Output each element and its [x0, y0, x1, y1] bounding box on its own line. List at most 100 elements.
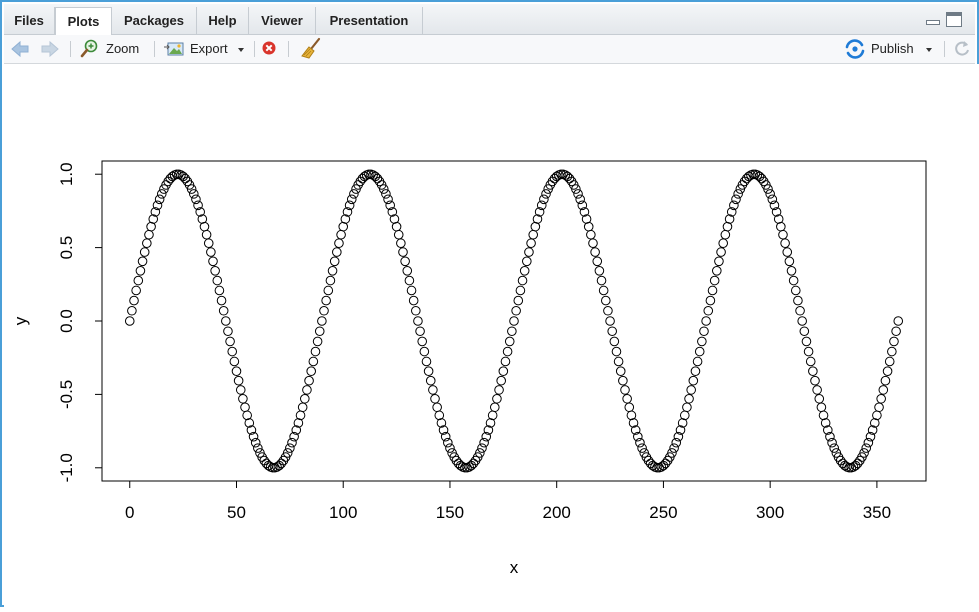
zoom-button[interactable]: Zoom — [80, 35, 146, 63]
toolbar-separator — [154, 41, 155, 57]
export-menu-button[interactable]: Export — [164, 35, 248, 63]
data-point — [803, 346, 814, 357]
data-point — [507, 326, 517, 337]
tab-presentation[interactable]: Presentation — [316, 7, 423, 34]
data-point — [519, 265, 530, 276]
data-point — [778, 229, 788, 240]
data-point — [780, 238, 790, 249]
broom-icon — [301, 37, 321, 59]
data-point — [498, 366, 509, 377]
x-tick-label: 200 — [543, 503, 571, 522]
data-point — [694, 346, 705, 357]
data-point — [878, 385, 889, 395]
tab-bar: Files Plots Packages Help Viewer Present… — [4, 4, 975, 35]
y-tick-label: 1.0 — [57, 162, 76, 186]
data-point — [692, 356, 703, 367]
data-point — [489, 402, 500, 413]
data-point — [319, 305, 329, 316]
plots-pane: Files Plots Packages Help Viewer Present… — [0, 0, 979, 607]
remove-plot-button[interactable] — [260, 35, 280, 63]
tab-packages[interactable]: Packages — [112, 7, 197, 34]
toolbar-separator — [288, 41, 289, 57]
x-tick-label: 300 — [756, 503, 784, 522]
tab-files[interactable]: Files — [4, 7, 55, 34]
data-point — [611, 346, 622, 357]
data-point — [526, 238, 536, 249]
data-point — [411, 305, 421, 316]
toolbar-separator — [254, 41, 255, 57]
data-point — [509, 316, 519, 326]
data-point — [669, 443, 679, 453]
data-point — [445, 443, 455, 453]
data-point — [396, 238, 406, 249]
data-point — [765, 189, 775, 199]
tab-label: Viewer — [261, 13, 303, 28]
data-point — [135, 265, 146, 276]
data-point — [637, 443, 647, 453]
data-point — [711, 265, 722, 276]
data-point — [214, 285, 225, 296]
data-point — [299, 393, 310, 404]
data-point — [622, 393, 632, 404]
data-point — [308, 356, 319, 367]
data-point — [492, 393, 502, 404]
data-point — [142, 238, 152, 249]
x-tick-label: 100 — [329, 503, 357, 522]
plot-viewport: 0 50 100 150 200 250 300 350 -1.0 -0.5 0.0 0.5 1.0 … — [4, 64, 979, 607]
data-point — [502, 346, 513, 357]
x-tick-label: 250 — [649, 503, 677, 522]
data-point — [884, 356, 895, 367]
data-point — [688, 375, 699, 386]
data-point — [302, 385, 312, 395]
data-point — [586, 229, 596, 240]
data-point — [332, 247, 342, 257]
x-axis: 0 50 100 150 200 250 300 350 — [125, 480, 891, 522]
data-point — [479, 437, 489, 448]
data-point — [346, 194, 357, 205]
data-point — [861, 443, 872, 453]
forward-button[interactable] — [40, 35, 62, 63]
data-point — [699, 326, 709, 337]
data-point — [443, 437, 453, 448]
data-point — [880, 375, 891, 386]
data-point — [404, 275, 415, 286]
tab-help[interactable]: Help — [197, 7, 249, 34]
export-image-icon — [164, 42, 184, 56]
data-point — [124, 316, 135, 326]
data-point — [607, 326, 617, 337]
refresh-button[interactable] — [952, 35, 972, 63]
data-point — [287, 437, 297, 448]
clear-all-plots-button[interactable] — [300, 35, 322, 63]
data-point — [432, 402, 442, 413]
back-button[interactable] — [10, 35, 32, 63]
data-point — [504, 336, 515, 347]
publish-menu-button[interactable]: Publish — [844, 35, 932, 63]
data-point — [594, 265, 605, 276]
maximize-pane-button[interactable] — [946, 12, 962, 27]
data-point — [686, 385, 696, 395]
tab-viewer[interactable]: Viewer — [249, 7, 316, 34]
data-point — [816, 402, 827, 413]
remove-plot-icon — [262, 41, 276, 55]
data-point — [139, 247, 150, 257]
data-point — [216, 295, 227, 306]
data-point — [863, 437, 874, 448]
data-point — [421, 356, 432, 367]
data-point — [349, 189, 359, 199]
data-point — [391, 221, 402, 232]
minimize-pane-button[interactable] — [926, 13, 940, 25]
data-point — [528, 229, 539, 240]
tab-plots[interactable]: Plots — [55, 7, 112, 35]
data-point — [709, 275, 720, 286]
data-point — [233, 375, 244, 386]
data-point — [684, 393, 694, 404]
data-point — [402, 265, 413, 276]
data-point — [707, 285, 718, 296]
y-axis: -1.0 -0.5 0.0 0.5 1.0 — [57, 162, 103, 482]
data-point — [592, 256, 603, 267]
data-point — [329, 256, 340, 267]
data-point — [805, 356, 816, 367]
data-point — [615, 366, 626, 377]
data-point — [314, 326, 325, 337]
data-point — [253, 443, 263, 453]
